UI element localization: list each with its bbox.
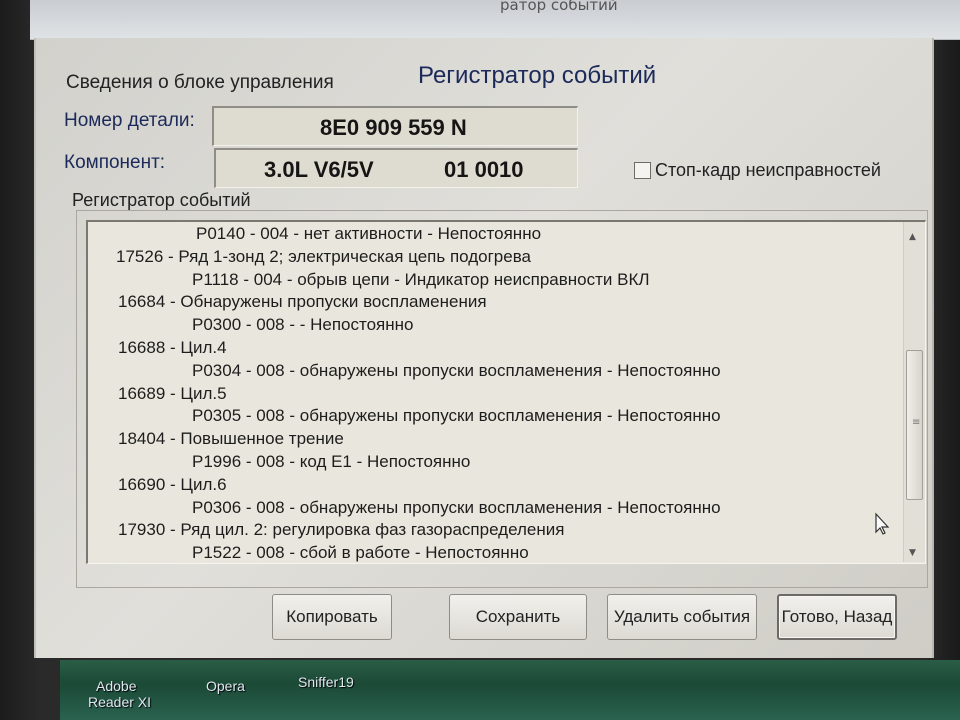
log-line[interactable]: P0304 - 008 - обнаружены пропуски воспла… [192,361,721,381]
titlebar-text: ратор событий [500,0,618,14]
desktop-background: Adobe Reader XI Opera Sniffer19 [60,660,960,720]
part-number-label: Номер детали: [64,110,195,131]
window-title: Регистратор событий [418,62,657,89]
log-line[interactable]: 17930 - Ряд цил. 2: регулировка фаз газо… [118,520,564,540]
event-log-window: Регистратор событий Сведения о блоке упр… [34,38,934,658]
log-line[interactable]: P0300 - 008 - - Непостоянно [192,315,414,335]
log-line[interactable]: 16684 - Обнаружены пропуски воспламенени… [118,292,487,312]
log-line[interactable]: 18404 - Повышенное трение [118,429,344,449]
mouse-cursor-icon [875,512,890,535]
scroll-down-arrow-icon[interactable]: ▼ [909,548,916,558]
scroll-up-arrow-icon[interactable]: ▲ [909,232,916,242]
freeze-frame-label: Стоп-кадр неисправностей [655,160,881,180]
scroll-grip-icon: ≡ [912,417,921,428]
log-line[interactable]: 16688 - Цил.4 [118,338,227,358]
sniffer-icon-label[interactable]: Sniffer19 [298,674,354,690]
component-field: 3.0L V6/5V 01 0010 [214,148,578,188]
log-line[interactable]: 17526 - Ряд 1-зонд 2; электрическая цепь… [116,247,531,267]
done-back-button[interactable]: Готово, Назад [777,594,897,640]
event-log-lines: P0140 - 004 - нет активности - Непостоян… [88,222,898,562]
log-line[interactable]: P0306 - 008 - обнаружены пропуски воспла… [192,498,721,518]
component-code: 01 0010 [444,157,524,182]
window-titlebar[interactable]: ратор событий [30,0,960,40]
log-line[interactable]: P0140 - 004 - нет активности - Непостоян… [196,224,541,244]
adobe-reader-icon-label-2[interactable]: Reader XI [88,694,151,710]
log-scrollbar[interactable]: ▲ ≡ ▼ [903,222,925,562]
log-line[interactable]: P1522 - 008 - сбой в работе - Непостоянн… [192,543,529,563]
event-log-label: Регистратор событий [72,190,251,210]
opera-icon-label[interactable]: Opera [206,678,245,694]
log-line[interactable]: 16689 - Цил.5 [118,384,227,404]
part-number-value: 8E0 909 559 N [320,115,467,140]
component-label: Компонент: [64,152,166,173]
log-line[interactable]: P1996 - 008 - код E1 - Непостоянно [192,452,470,472]
log-line[interactable]: 16690 - Цил.6 [118,475,227,495]
log-line[interactable]: P0305 - 008 - обнаружены пропуски воспла… [192,406,721,426]
save-button[interactable]: Сохранить [449,594,587,640]
copy-button[interactable]: Копировать [272,594,392,640]
freeze-frame-option[interactable]: Стоп-кадр неисправностей [634,160,881,181]
delete-events-button[interactable]: Удалить события [607,594,757,640]
adobe-reader-icon-label[interactable]: Adobe [96,678,136,694]
control-unit-info-label: Сведения о блоке управления [66,72,334,93]
scroll-thumb[interactable]: ≡ [906,350,923,500]
part-number-field: 8E0 909 559 N [212,106,578,146]
component-value: 3.0L V6/5V [264,157,374,182]
event-log-list[interactable]: P0140 - 004 - нет активности - Непостоян… [86,220,926,564]
freeze-frame-checkbox[interactable] [634,162,651,179]
log-line[interactable]: P1118 - 004 - обрыв цепи - Индикатор неи… [192,270,650,290]
